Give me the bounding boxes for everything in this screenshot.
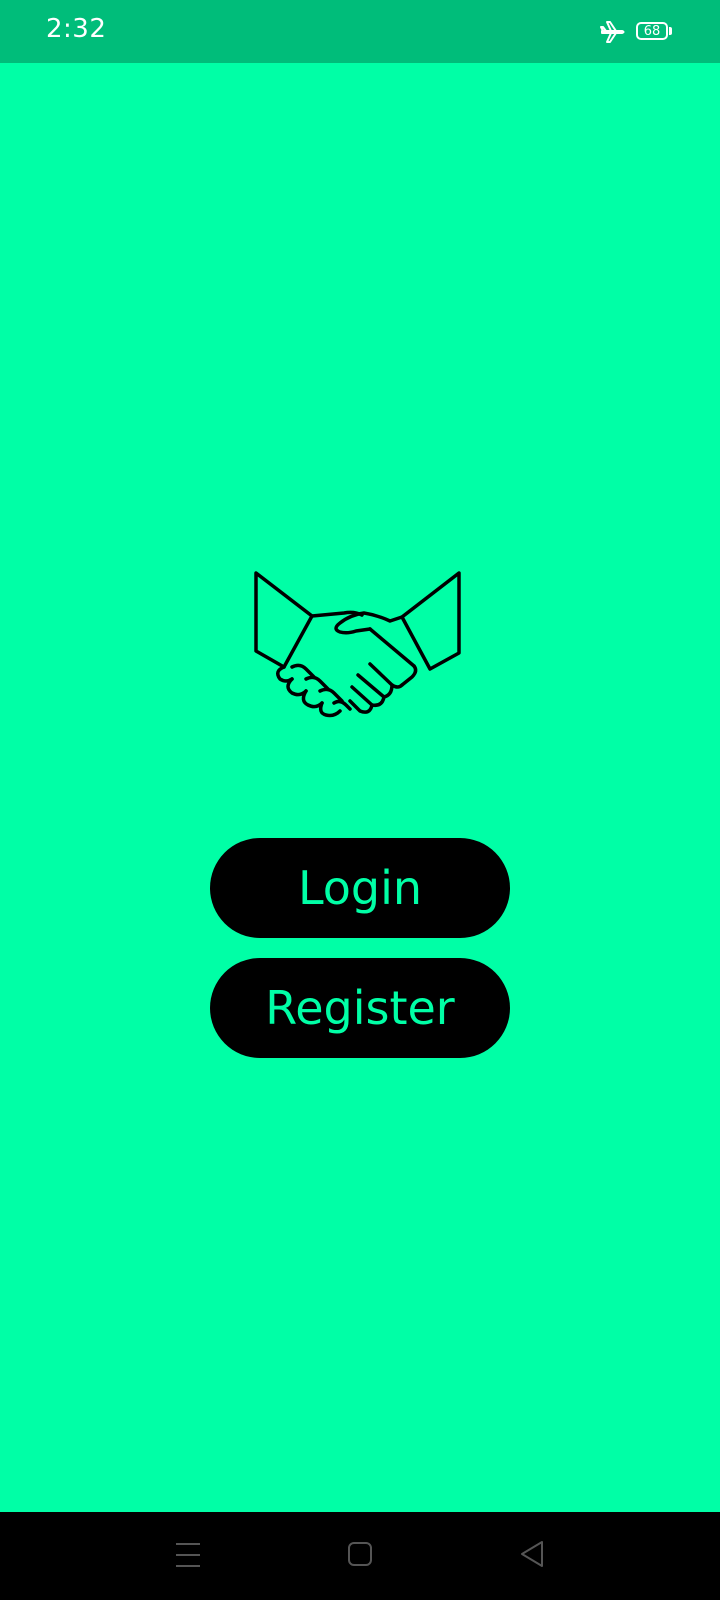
battery-level: 68 <box>643 23 661 39</box>
home-icon[interactable] <box>348 1542 372 1566</box>
back-icon[interactable] <box>520 1540 544 1568</box>
status-bar: 2:32 68 <box>0 0 720 63</box>
battery-icon: 68 <box>636 22 672 42</box>
status-time: 2:32 <box>46 14 107 44</box>
login-button[interactable]: Login <box>210 838 510 938</box>
register-button[interactable]: Register <box>210 958 510 1058</box>
main-screen: Login Register <box>0 63 720 1512</box>
handshake-icon <box>254 571 461 718</box>
airplane-icon <box>600 21 625 43</box>
battery-body: 68 <box>636 22 668 40</box>
battery-tip <box>669 27 672 35</box>
nav-bar <box>0 1512 720 1600</box>
menu-icon[interactable] <box>176 1542 200 1568</box>
